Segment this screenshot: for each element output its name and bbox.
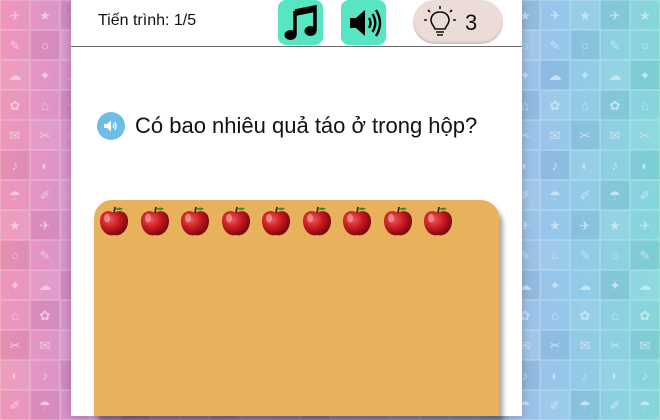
music-note-icon — [284, 4, 317, 40]
apple-icon — [140, 206, 169, 236]
apple-icon — [262, 206, 290, 236]
speaker-icon — [349, 8, 381, 37]
apple-icon — [343, 206, 371, 236]
hint-count: 3 — [465, 10, 478, 35]
apple-icon — [424, 206, 452, 236]
top-bar: Tiến trình: 1/5 3 — [71, 0, 522, 47]
question-row: Có bao nhiêu quả táo ở trong hộp? — [97, 111, 477, 141]
read-question-button[interactable] — [97, 112, 125, 140]
speaker-icon — [104, 120, 117, 132]
apple-icon — [100, 206, 128, 236]
apple-box — [94, 200, 499, 416]
progress-label: Tiến trình: 1/5 — [98, 12, 197, 29]
sound-toggle-button[interactable] — [341, 0, 386, 45]
apple-icon — [221, 206, 250, 236]
apple-row — [96, 203, 456, 239]
apple-icon — [302, 206, 331, 236]
question-text: Có bao nhiêu quả táo ở trong hộp? — [135, 113, 478, 138]
apple-icon — [181, 206, 209, 236]
lightbulb-icon — [424, 6, 456, 36]
game-card: Tiến trình: 1/5 3 Có bao nhiêu quả táo ở… — [71, 0, 522, 416]
hint-counter[interactable]: 3 — [413, 0, 503, 44]
music-toggle-button[interactable] — [278, 0, 323, 45]
apple-icon — [383, 206, 412, 236]
